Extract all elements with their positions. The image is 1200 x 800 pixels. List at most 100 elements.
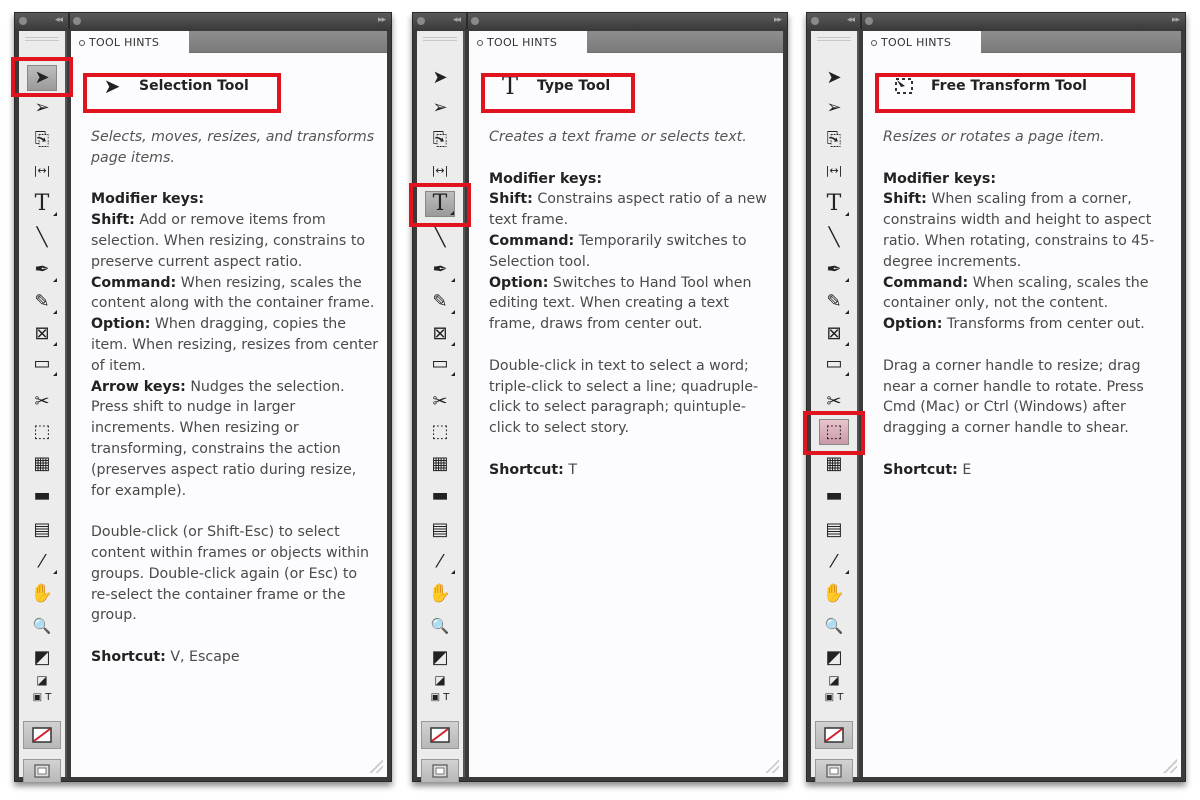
tool-container-text[interactable]: ▣ T [425,685,455,711]
fill-stroke-icon: ◩ [33,647,51,668]
tool-direct-selection[interactable]: ➢ [27,95,57,121]
tool-line[interactable]: ╲ [819,225,849,251]
tool-type[interactable]: T [425,191,455,217]
panel-titlebar[interactable]: ◂◂ ▸▸ [15,13,391,29]
tool-selection[interactable]: ➤ [819,65,849,91]
tool-page[interactable]: ⎘ [425,127,455,153]
tool-pen[interactable]: ✒ [819,257,849,283]
tool-type[interactable]: T [819,191,849,217]
close-icon[interactable] [19,17,27,25]
tool-hand[interactable]: ✋ [425,581,455,607]
tool-container-text[interactable]: ▣ T [819,685,849,711]
collapse-icon[interactable]: ▸▸ [378,15,386,25]
tool-zoom[interactable]: 🔍 [819,613,849,639]
tool-pencil[interactable]: ✎ [819,289,849,315]
toolbox: ➤ ➢ ⎘ |↔| T ╲ ✒ ✎ ⊠ ▭ ✂ ⬚ ▦ ▬ ▤ ⁄ ✋ 🔍 ◩ … [19,31,67,783]
panel-titlebar[interactable]: ◂◂ ▸▸ [413,13,787,29]
screen-mode-button[interactable] [421,759,459,783]
tab-bar: TOOL HINTS [863,31,1181,54]
close-icon[interactable] [417,17,425,25]
screen-mode-button[interactable] [23,759,61,783]
modifier-text: Nudges the selection. Press shift to nud… [91,378,357,499]
tab-tool-hints[interactable]: TOOL HINTS [469,31,587,54]
tool-pencil[interactable]: ✎ [27,289,57,315]
tool-selection[interactable]: ➤ [27,65,57,91]
resize-grip[interactable] [1163,759,1177,773]
tool-page[interactable]: ⎘ [27,127,57,153]
hint-extra: Double-click (or Shift-Esc) to select co… [91,524,370,624]
tool-gradient[interactable]: ▦ [27,451,57,477]
tool-hand[interactable]: ✋ [27,581,57,607]
collapse-icon[interactable]: ◂◂ [453,15,461,25]
tool-pen[interactable]: ✒ [425,257,455,283]
tool-rect-frame[interactable]: ⊠ [819,321,849,347]
tool-zoom[interactable]: 🔍 [27,613,57,639]
collapse-icon[interactable]: ◂◂ [847,15,855,25]
close-icon[interactable] [73,17,81,25]
tool-pen[interactable]: ✒ [27,257,57,283]
tool-line[interactable]: ╲ [27,225,57,251]
collapse-icon[interactable]: ▸▸ [774,15,782,25]
tool-free-transform[interactable]: ⬚ [819,419,849,445]
toolbox-grip[interactable] [423,37,457,41]
tool-selection[interactable]: ➤ [425,65,455,91]
tool-gap[interactable]: |↔| [819,157,849,183]
tool-pencil[interactable]: ✎ [425,289,455,315]
tool-gap[interactable]: |↔| [27,157,57,183]
tool-direct-selection[interactable]: ➢ [425,95,455,121]
close-icon[interactable] [471,17,479,25]
apply-none-icon [824,727,844,743]
tool-page[interactable]: ⎘ [819,127,849,153]
close-icon[interactable] [811,17,819,25]
tool-container-text[interactable]: ▣ T [27,685,57,711]
tool-scissors[interactable]: ✂ [425,389,455,415]
screen-mode-button[interactable] [815,759,853,783]
tool-zoom[interactable]: 🔍 [425,613,455,639]
gradient-swatch-icon: ▦ [33,453,51,474]
tab-tool-hints[interactable]: TOOL HINTS [71,31,189,54]
tool-rectangle[interactable]: ▭ [819,351,849,377]
tool-eyedropper[interactable]: ⁄ [819,549,849,575]
resize-grip[interactable] [369,759,383,773]
resize-grip[interactable] [765,759,779,773]
tool-gradient-feather[interactable]: ▬ [27,483,57,509]
tool-eyedropper[interactable]: ⁄ [27,549,57,575]
tool-free-transform[interactable]: ⬚ [425,419,455,445]
tool-eyedropper[interactable]: ⁄ [425,549,455,575]
tool-rect-frame[interactable]: ⊠ [27,321,57,347]
panel-titlebar[interactable]: ◂◂ ▸▸ [807,13,1185,29]
direct-selection-icon: ➢ [34,97,50,118]
tool-hand[interactable]: ✋ [819,581,849,607]
tab-tool-hints[interactable]: TOOL HINTS [863,31,981,54]
tool-gradient[interactable]: ▦ [425,451,455,477]
tool-free-transform[interactable]: ⬚ [27,419,57,445]
modifier-key: Shift: [489,191,533,208]
toolbox-grip[interactable] [817,37,851,41]
tool-gradient-feather[interactable]: ▬ [425,483,455,509]
tool-scissors[interactable]: ✂ [819,389,849,415]
tool-rectangle[interactable]: ▭ [27,351,57,377]
tool-gradient-feather[interactable]: ▬ [819,483,849,509]
close-icon[interactable] [865,17,873,25]
flyout-indicator [450,211,454,215]
gap-tool-icon: |↔| [431,163,449,177]
tool-rectangle[interactable]: ▭ [425,351,455,377]
tool-note[interactable]: ▤ [819,517,849,543]
tool-line[interactable]: ╲ [425,225,455,251]
apply-none-button[interactable] [23,721,61,749]
collapse-icon[interactable]: ◂◂ [55,15,63,25]
apply-none-button[interactable] [421,721,459,749]
tool-gap[interactable]: |↔| [425,157,455,183]
tool-gradient[interactable]: ▦ [819,451,849,477]
apply-none-button[interactable] [815,721,853,749]
toolbox-grip[interactable] [25,37,59,41]
tool-type[interactable]: T [27,191,57,217]
shortcut-value: V, Escape [165,648,240,665]
tool-scissors[interactable]: ✂ [27,389,57,415]
collapse-icon[interactable]: ▸▸ [1172,15,1180,25]
tool-direct-selection[interactable]: ➢ [819,95,849,121]
tool-note[interactable]: ▤ [27,517,57,543]
modifier-key: Option: [91,316,151,333]
tool-note[interactable]: ▤ [425,517,455,543]
tool-rect-frame[interactable]: ⊠ [425,321,455,347]
